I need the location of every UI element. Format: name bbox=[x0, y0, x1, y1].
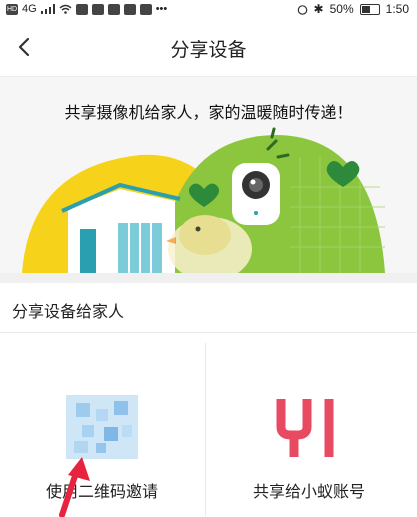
status-right: ✱ 50% 1:50 bbox=[297, 2, 409, 16]
qr-invite-label: 使用二维码邀请 bbox=[45, 484, 158, 501]
notification-icon bbox=[75, 3, 88, 15]
qr-invite-option[interactable]: 使用二维码邀请 bbox=[0, 343, 204, 517]
yi-logo-icon bbox=[276, 399, 334, 457]
alarm-icon bbox=[297, 4, 307, 15]
status-bar: HD 4G ••• ✱ 50% 1:50 bbox=[0, 0, 417, 20]
notification-icon bbox=[107, 3, 120, 15]
network-type: 4G bbox=[22, 3, 37, 15]
section-title: 分享设备给家人 bbox=[12, 304, 125, 321]
bluetooth-icon: ✱ bbox=[313, 2, 324, 16]
notification-icon bbox=[123, 3, 136, 15]
banner-illustration bbox=[22, 127, 385, 273]
share-yi-account-label: 共享给小蚁账号 bbox=[252, 484, 365, 501]
notification-icon bbox=[91, 3, 104, 15]
qr-code-icon bbox=[66, 395, 138, 459]
notification-icon bbox=[139, 3, 152, 15]
pointer-arrow-icon bbox=[59, 457, 90, 517]
battery-icon bbox=[359, 3, 380, 15]
banner-tagline: 共享摄像机给家人，家的温暖随时传递！ bbox=[64, 105, 353, 122]
battery-percent: 50% bbox=[329, 2, 354, 16]
signal-icon bbox=[40, 4, 55, 14]
share-banner: 共享摄像机给家人，家的温暖随时传递！ bbox=[0, 77, 417, 273]
section-gap bbox=[0, 273, 417, 283]
divider bbox=[0, 332, 417, 333]
wifi-icon bbox=[59, 4, 72, 14]
nav-bar: 分享设备 bbox=[0, 20, 417, 77]
page-title: 分享设备 bbox=[170, 40, 247, 61]
status-left-icons: HD 4G ••• bbox=[6, 3, 167, 15]
sim-icon: HD bbox=[6, 3, 18, 15]
vertical-divider bbox=[205, 343, 206, 516]
share-yi-account-option[interactable]: 共享给小蚁账号 bbox=[207, 343, 411, 516]
more-notifications-icon: ••• bbox=[155, 3, 168, 15]
clock: 1:50 bbox=[385, 2, 409, 16]
